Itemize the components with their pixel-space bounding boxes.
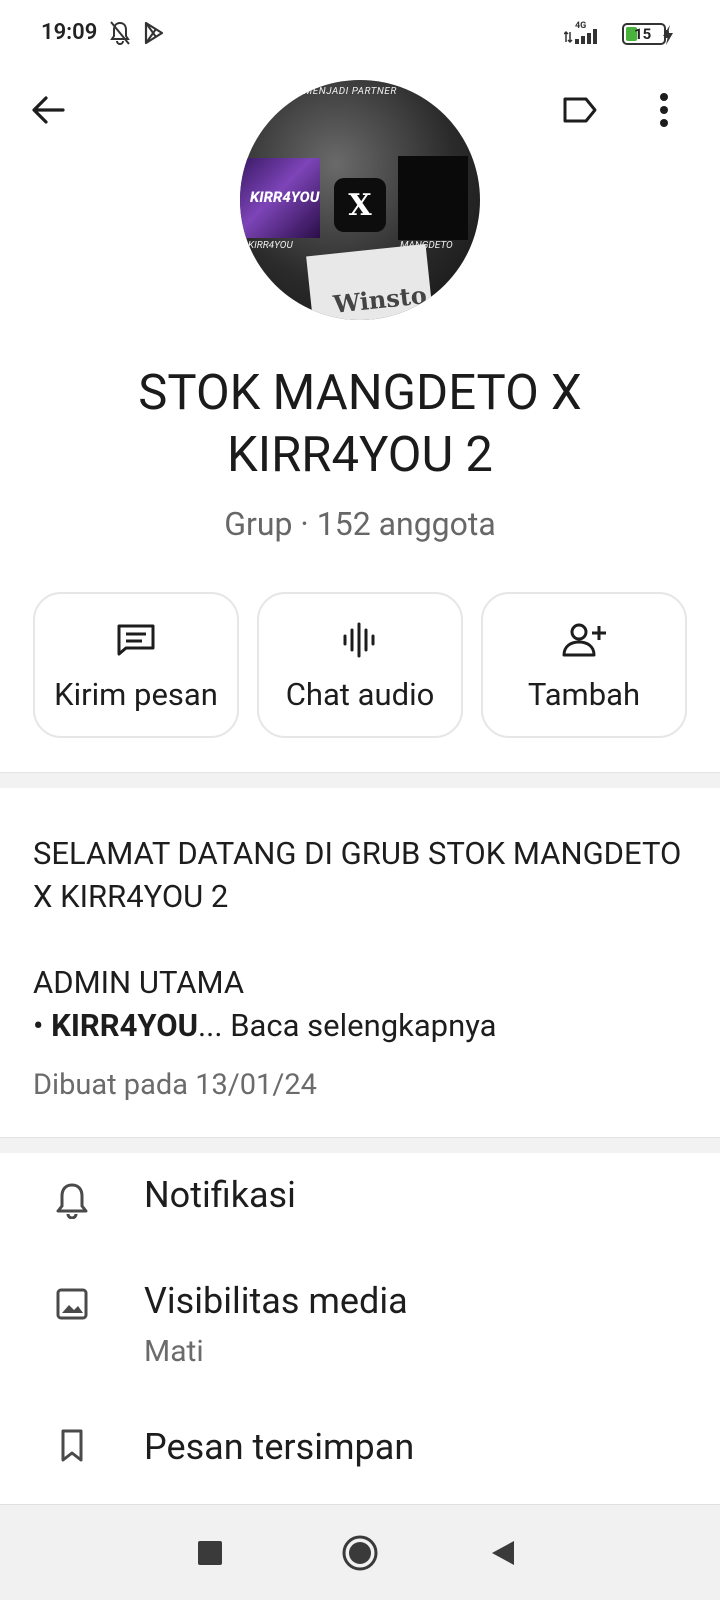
section-divider (0, 772, 720, 788)
media-visibility-row[interactable]: Visibilitas media Mati (0, 1270, 720, 1400)
audio-chat-button[interactable]: Chat audio (257, 592, 463, 738)
navigation-bar (0, 1504, 720, 1600)
more-vert-icon (660, 93, 668, 127)
bell-icon (56, 1183, 88, 1219)
media-visibility-value: Mati (144, 1334, 204, 1369)
notifications-row[interactable]: Notifikasi (0, 1158, 720, 1258)
read-more-link[interactable]: ... Baca selengkapnya (198, 1007, 497, 1044)
bell-off-icon (110, 21, 130, 45)
charging-icon (663, 25, 673, 45)
section-divider (0, 1137, 720, 1153)
description-line-1: SELAMAT DATANG DI GRUB STOK MANGDETO X K… (33, 835, 682, 915)
avatar-x-badge: X (334, 178, 386, 232)
group-title: STOK MANGDETO X KIRR4YOU 2 (138, 364, 582, 483)
group-subtitle: Grup · 152 anggota (224, 505, 496, 543)
saved-messages-label: Pesan tersimpan (144, 1426, 415, 1468)
add-member-button[interactable]: Tambah (481, 592, 687, 738)
recents-square-icon[interactable] (198, 1541, 222, 1565)
audio-chat-label: Chat audio (285, 676, 435, 713)
avatar-top-text: RESMI MENJADI PARTNER (270, 86, 397, 97)
back-arrow-icon (32, 96, 65, 124)
back-button[interactable] (24, 86, 72, 134)
message-icon (117, 624, 155, 656)
play-store-icon (144, 21, 164, 45)
notifications-label: Notifikasi (144, 1174, 296, 1216)
description-bold: KIRR4YOU (51, 1007, 198, 1044)
group-avatar[interactable]: RESMI MENJADI PARTNER KIRR4YOU KIRR4YOU … (240, 80, 480, 320)
signal-icon (564, 29, 597, 44)
label-icon (563, 97, 597, 123)
saved-messages-row[interactable]: Pesan tersimpan (0, 1420, 720, 1504)
avatar-right-logo (398, 156, 468, 240)
label-button[interactable] (556, 86, 604, 134)
avatar-left-label: KIRR4YOU (248, 240, 293, 251)
group-description[interactable]: SELAMAT DATANG DI GRUB STOK MANGDETO X K… (33, 832, 693, 1047)
media-visibility-label: Visibilitas media (144, 1280, 408, 1322)
send-message-label: Kirim pesan (54, 676, 218, 713)
created-date: Dibuat pada 13/01/24 (33, 1068, 317, 1102)
bookmark-icon (61, 1429, 83, 1462)
avatar-left-logo: KIRR4YOU (240, 158, 320, 238)
battery-level: 15 (634, 25, 652, 43)
home-circle-icon[interactable] (340, 1533, 380, 1573)
more-options-button[interactable] (640, 86, 688, 134)
add-member-label: Tambah (527, 676, 641, 713)
send-message-button[interactable]: Kirim pesan (33, 592, 239, 738)
description-line-2: ADMIN UTAMA (33, 964, 245, 1001)
audio-wave-icon (343, 622, 375, 658)
back-triangle-icon[interactable] (490, 1539, 516, 1567)
description-bullet: • (33, 1007, 52, 1044)
status-time: 19:09 (41, 20, 98, 45)
add-person-icon (562, 623, 606, 657)
avatar-pack: Winsto (306, 243, 434, 320)
image-icon (56, 1288, 88, 1320)
